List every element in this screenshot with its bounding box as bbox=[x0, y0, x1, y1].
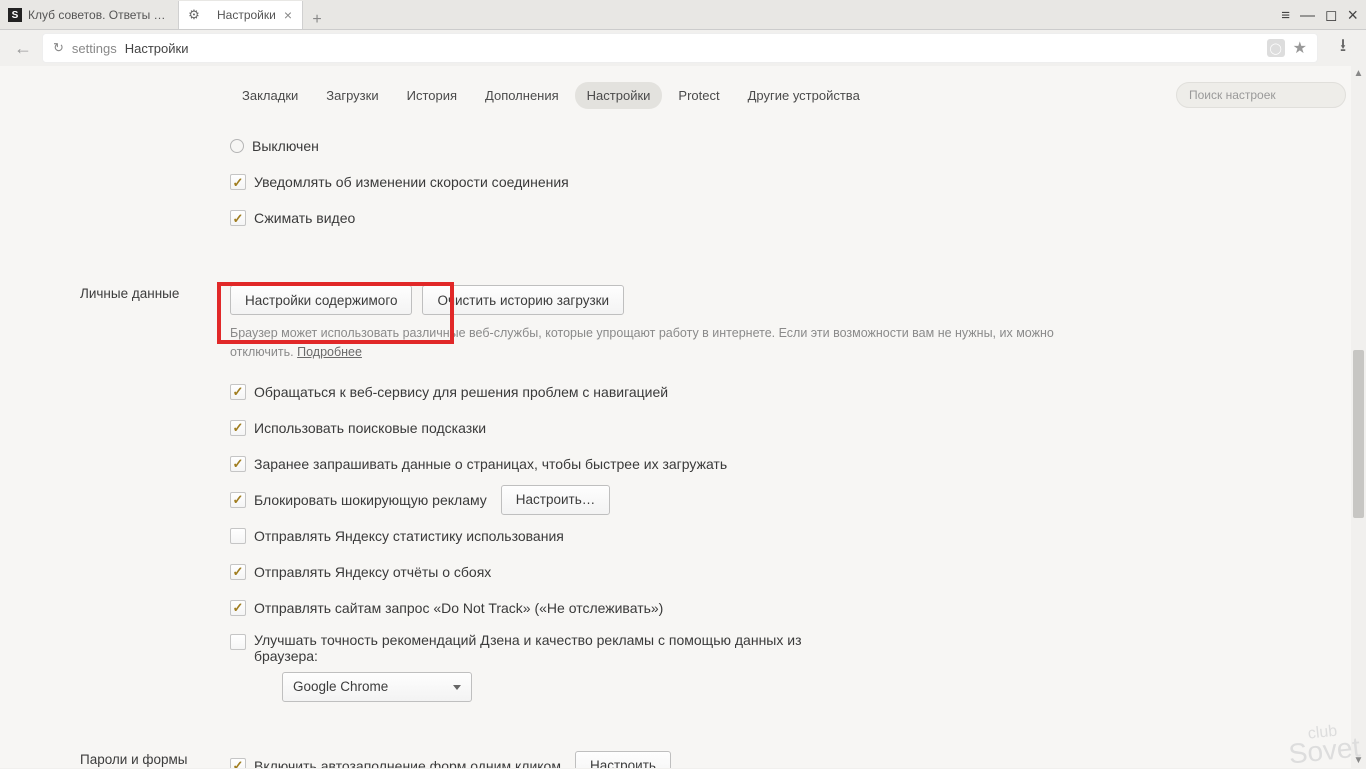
close-window-icon[interactable]: × bbox=[1347, 5, 1358, 26]
dnt-checkbox[interactable] bbox=[230, 600, 246, 616]
minimize-icon[interactable]: — bbox=[1300, 7, 1315, 24]
scroll-down-arrow[interactable]: ▼ bbox=[1351, 753, 1366, 768]
content-settings-button[interactable]: Настройки содержимого bbox=[230, 285, 412, 315]
new-tab-button[interactable]: + bbox=[303, 11, 331, 29]
clear-history-button[interactable]: Очистить историю загрузки bbox=[422, 285, 624, 315]
browser-tab-bar: S Клуб советов. Ответы на вс ⚙ Настройки… bbox=[0, 0, 1366, 30]
address-bar[interactable]: ↻ settings Настройки ◯ ★ bbox=[42, 33, 1318, 63]
search-suggest-checkbox[interactable] bbox=[230, 420, 246, 436]
url-prefix: settings bbox=[72, 41, 117, 56]
dnt-label: Отправлять сайтам запрос «Do Not Track» … bbox=[254, 600, 663, 616]
personal-section: Личные данные Настройки содержимого Очис… bbox=[0, 278, 1366, 702]
browser-toolbar: ← ↻ settings Настройки ◯ ★ ⭳ bbox=[0, 30, 1366, 66]
url-title: Настройки bbox=[125, 41, 189, 56]
personal-section-title: Личные данные bbox=[80, 282, 230, 702]
tab-settings[interactable]: Настройки bbox=[575, 82, 663, 109]
turbo-off-label: Выключен bbox=[252, 138, 319, 154]
settings-tabs: Закладки Загрузки История Дополнения Нас… bbox=[0, 66, 1366, 124]
autofill-checkbox[interactable] bbox=[230, 758, 246, 769]
turbo-off-radio[interactable] bbox=[230, 139, 244, 153]
scroll-thumb[interactable] bbox=[1353, 350, 1364, 518]
tab-devices[interactable]: Другие устройства bbox=[736, 82, 872, 109]
reload-icon[interactable]: ↻ bbox=[53, 40, 64, 56]
compress-video-checkbox[interactable] bbox=[230, 210, 246, 226]
browser-select[interactable]: Google Chrome bbox=[282, 672, 472, 702]
block-ads-label: Блокировать шокирующую рекламу bbox=[254, 492, 487, 508]
zen-accuracy-checkbox[interactable] bbox=[230, 634, 246, 650]
browser-tab-active[interactable]: ⚙ Настройки × bbox=[179, 1, 303, 29]
zen-accuracy-label: Улучшать точность рекомендаций Дзена и к… bbox=[254, 632, 814, 664]
maximize-icon[interactable]: ◻ bbox=[1325, 6, 1337, 24]
close-icon[interactable]: × bbox=[284, 8, 292, 22]
page-scrollbar[interactable]: ▲ ▼ bbox=[1351, 66, 1366, 768]
tab-title: Клуб советов. Ответы на вс bbox=[28, 8, 168, 22]
crash-reports-checkbox[interactable] bbox=[230, 564, 246, 580]
window-controls: ≡ — ◻ × bbox=[1273, 0, 1366, 30]
tab-bookmarks[interactable]: Закладки bbox=[230, 82, 310, 109]
autofill-configure-button[interactable]: Настроить bbox=[575, 751, 671, 769]
shield-icon[interactable]: ◯ bbox=[1267, 39, 1285, 57]
passwords-section: Пароли и формы Включить автозаполнение ф… bbox=[0, 744, 1366, 769]
bookmark-star-icon[interactable]: ★ bbox=[1293, 38, 1307, 58]
nav-webservice-label: Обращаться к веб-сервису для решения про… bbox=[254, 384, 668, 400]
prefetch-checkbox[interactable] bbox=[230, 456, 246, 472]
block-ads-checkbox[interactable] bbox=[230, 492, 246, 508]
tab-protect[interactable]: Protect bbox=[666, 82, 731, 109]
tab-title: Настройки bbox=[217, 8, 276, 22]
learn-more-link[interactable]: Подробнее bbox=[297, 345, 362, 359]
autofill-label: Включить автозаполнение форм одним клико… bbox=[254, 758, 561, 769]
downloads-icon[interactable]: ⭳ bbox=[1330, 33, 1356, 63]
gear-icon: ⚙ bbox=[187, 8, 201, 22]
prefetch-label: Заранее запрашивать данные о страницах, … bbox=[254, 456, 727, 472]
turbo-section-tail: Выключен Уведомлять об изменении скорост… bbox=[0, 124, 1366, 236]
block-ads-configure-button[interactable]: Настроить… bbox=[501, 485, 610, 515]
tab-favicon: S bbox=[8, 8, 22, 22]
nav-webservice-checkbox[interactable] bbox=[230, 384, 246, 400]
scroll-up-arrow[interactable]: ▲ bbox=[1351, 66, 1366, 81]
back-button[interactable]: ← bbox=[10, 35, 36, 61]
usage-stats-checkbox[interactable] bbox=[230, 528, 246, 544]
search-suggest-label: Использовать поисковые подсказки bbox=[254, 420, 486, 436]
settings-page: Закладки Загрузки История Дополнения Нас… bbox=[0, 66, 1366, 768]
browser-tab[interactable]: S Клуб советов. Ответы на вс bbox=[0, 1, 179, 29]
tab-addons[interactable]: Дополнения bbox=[473, 82, 571, 109]
personal-desc: Браузер может использовать различные веб… bbox=[230, 324, 1100, 362]
notify-speed-label: Уведомлять об изменении скорости соедине… bbox=[254, 174, 569, 190]
search-placeholder: Поиск настроек bbox=[1189, 88, 1276, 102]
notify-speed-checkbox[interactable] bbox=[230, 174, 246, 190]
settings-search-input[interactable]: Поиск настроек bbox=[1176, 82, 1346, 108]
passwords-section-title: Пароли и формы bbox=[80, 748, 230, 769]
browser-select-value: Google Chrome bbox=[293, 679, 388, 694]
tab-history[interactable]: История bbox=[395, 82, 469, 109]
scroll-track[interactable] bbox=[1351, 81, 1366, 753]
menu-icon[interactable]: ≡ bbox=[1281, 7, 1290, 24]
crash-reports-label: Отправлять Яндексу отчёты о сбоях bbox=[254, 564, 491, 580]
usage-stats-label: Отправлять Яндексу статистику использова… bbox=[254, 528, 564, 544]
compress-video-label: Сжимать видео bbox=[254, 210, 355, 226]
tab-downloads[interactable]: Загрузки bbox=[314, 82, 390, 109]
